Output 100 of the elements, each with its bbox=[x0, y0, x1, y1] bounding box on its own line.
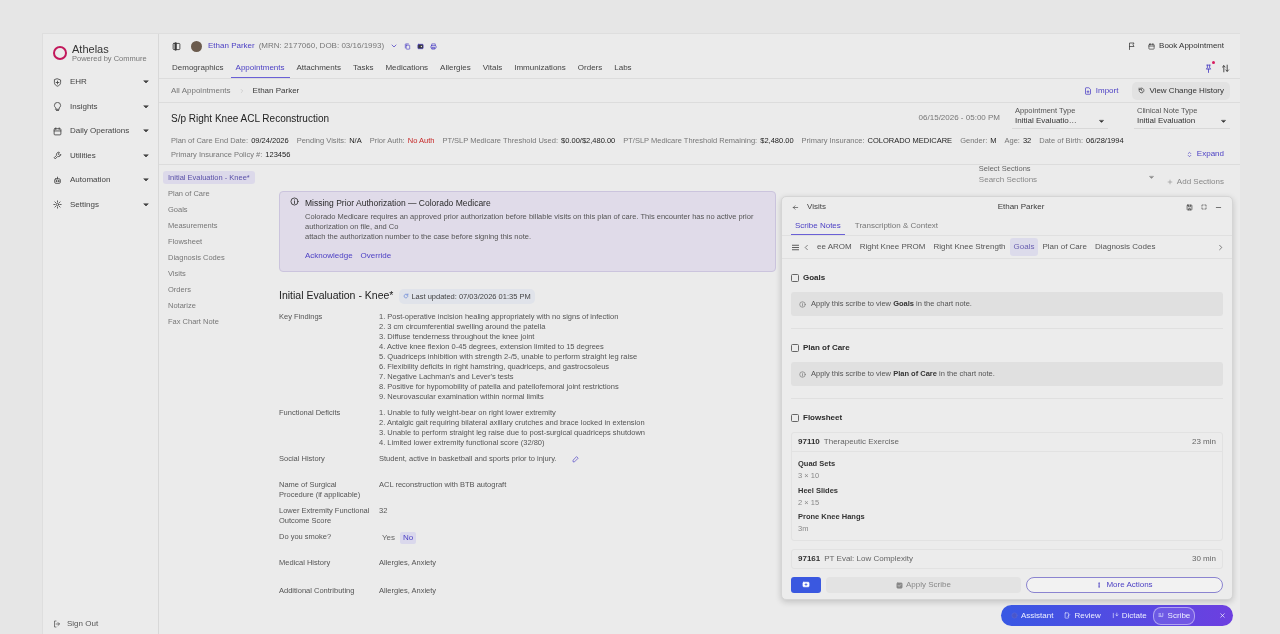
chevron-down-icon[interactable] bbox=[390, 42, 399, 50]
more-actions-button[interactable]: More Actions bbox=[1026, 577, 1223, 593]
info-icon bbox=[799, 300, 806, 308]
alert-action-link[interactable]: Acknowledge bbox=[305, 250, 353, 263]
caret-down-icon bbox=[1098, 117, 1105, 125]
caret-down-icon[interactable] bbox=[142, 200, 150, 209]
nav-tab[interactable]: Orders bbox=[572, 58, 608, 78]
cpt-code: 97110 bbox=[798, 437, 820, 446]
sidebar-item[interactable]: Settings bbox=[70, 198, 134, 211]
section-chip[interactable]: Diagnosis Codes bbox=[1090, 238, 1160, 256]
id-card-icon[interactable] bbox=[417, 42, 425, 50]
sidebar-item[interactable]: EHR bbox=[70, 76, 134, 89]
avatar bbox=[191, 40, 202, 52]
nav-tab[interactable]: Attachments bbox=[291, 58, 346, 78]
file-plus-icon bbox=[1083, 86, 1092, 95]
alert-title: Missing Prior Authorization — Colorado Medicare bbox=[305, 197, 492, 210]
section-title: Plan of Care bbox=[803, 342, 850, 354]
book-appointment-button[interactable]: Book Appointment bbox=[1142, 39, 1230, 53]
lightbulb-icon bbox=[53, 102, 62, 112]
logo-name: Athelas bbox=[72, 42, 110, 55]
info-icon bbox=[290, 197, 299, 207]
breadcrumb-current: Ethan Parker bbox=[252, 84, 300, 97]
nav-tab[interactable]: Appointments bbox=[230, 58, 290, 78]
swap-icon[interactable] bbox=[1221, 63, 1230, 73]
back-button[interactable]: Visits bbox=[792, 201, 826, 213]
minutes: 23 min bbox=[1192, 436, 1216, 448]
section-chip[interactable]: Right Knee Strength bbox=[929, 238, 1010, 256]
service-name: Therapeutic Exercise bbox=[823, 437, 899, 446]
caret-down-icon[interactable] bbox=[142, 102, 150, 111]
sidebar-item[interactable]: Daily Operations bbox=[70, 125, 134, 138]
printer-icon[interactable] bbox=[430, 42, 438, 50]
minutes: 30 min bbox=[1192, 552, 1216, 565]
calendar-icon bbox=[1148, 42, 1156, 50]
calendar-icon bbox=[53, 126, 62, 136]
section-chip[interactable]: ee AROM bbox=[813, 238, 856, 256]
section-checkbox[interactable] bbox=[791, 344, 799, 352]
section-title: Goals bbox=[803, 272, 826, 284]
nav-tab[interactable]: Labs bbox=[609, 58, 637, 78]
orb-icon bbox=[1011, 612, 1018, 619]
copy-icon[interactable] bbox=[404, 42, 412, 50]
menu-icon[interactable] bbox=[791, 242, 800, 252]
nav-tab[interactable]: Immunizations bbox=[509, 58, 571, 78]
back-arrow-icon bbox=[792, 203, 799, 211]
section-title: Flowsheet bbox=[803, 412, 843, 424]
nav-tab[interactable]: Demographics bbox=[167, 58, 229, 78]
shield-icon bbox=[53, 77, 62, 87]
case-title: S/p Right Knee ACL Reconstruction bbox=[171, 111, 331, 126]
close-button[interactable] bbox=[1217, 612, 1228, 619]
settings-icon bbox=[53, 200, 62, 210]
patient-name-link[interactable]: Ethan Parker bbox=[208, 41, 255, 50]
chat-plus-icon bbox=[802, 581, 810, 589]
breadcrumb-link[interactable]: All Appointments bbox=[171, 84, 231, 97]
sidebar-toggle-icon[interactable] bbox=[172, 41, 181, 51]
sidebar-item[interactable]: Insights bbox=[70, 100, 134, 113]
caret-down-icon bbox=[1220, 117, 1227, 125]
sidebar-item[interactable]: Automation bbox=[70, 174, 134, 187]
flag-icon[interactable] bbox=[1128, 42, 1137, 50]
section-chip[interactable]: Right Knee PROM bbox=[855, 238, 930, 256]
nav-tab[interactable]: Tasks bbox=[347, 58, 379, 78]
logo-ring-icon bbox=[53, 46, 67, 60]
note-title: Initial Evaluation - Knee* bbox=[279, 288, 394, 304]
section-checkbox[interactable] bbox=[791, 274, 799, 282]
nav-tab[interactable]: Medications bbox=[380, 58, 434, 78]
section-chip[interactable]: Plan of Care bbox=[1038, 238, 1091, 256]
toolbar-button[interactable]: Review bbox=[1059, 606, 1106, 625]
save-icon[interactable] bbox=[1186, 203, 1193, 211]
section-checkbox[interactable] bbox=[791, 414, 799, 422]
check-square-icon bbox=[896, 581, 904, 589]
plus-icon bbox=[1166, 178, 1173, 185]
appointment-datetime: 06/15/2026 - 05:00 PM bbox=[918, 112, 1000, 124]
expand-button[interactable]: Expand bbox=[1179, 147, 1230, 162]
sign-out-icon bbox=[53, 620, 61, 628]
notification-dot bbox=[1212, 61, 1215, 64]
info-icon bbox=[799, 370, 806, 378]
option-toggle[interactable]: Yes bbox=[379, 532, 399, 544]
option-toggle[interactable]: No bbox=[400, 532, 417, 544]
import-button[interactable]: Import bbox=[1077, 83, 1125, 98]
sidebar-item[interactable]: Utilities bbox=[70, 149, 134, 162]
view-change-history-button[interactable]: View Change History bbox=[1132, 81, 1230, 100]
add-note-button[interactable] bbox=[791, 577, 821, 593]
caret-down-icon[interactable] bbox=[142, 151, 150, 160]
panel-tab[interactable]: Scribe Notes bbox=[791, 217, 845, 235]
nav-tab[interactable]: Vitals bbox=[477, 58, 508, 78]
robot-icon bbox=[53, 175, 62, 185]
sign-out-button[interactable]: Sign Out bbox=[53, 618, 150, 630]
toolbar-button[interactable]: Assistant bbox=[1006, 606, 1059, 625]
history-icon bbox=[1138, 87, 1146, 94]
pin-icon[interactable] bbox=[1204, 63, 1213, 73]
patient-details: (MRN: 2177060, DOB: 03/16/1993) bbox=[258, 41, 385, 50]
panel-title: Ethan Parker bbox=[996, 201, 1046, 213]
pencil-icon[interactable] bbox=[572, 455, 580, 463]
section-chip[interactable]: Goals bbox=[1009, 238, 1039, 256]
nav-tab[interactable]: Allergies bbox=[435, 58, 476, 78]
toolbar-button[interactable]: Scribe bbox=[1152, 606, 1196, 625]
alert-action-link[interactable]: Override bbox=[360, 250, 392, 263]
expand-arrows-icon bbox=[1185, 150, 1193, 158]
more-icon bbox=[1096, 582, 1103, 588]
service-name: PT Eval: Low Complexity bbox=[824, 553, 914, 563]
toolbar-button[interactable]: Dictate bbox=[1106, 606, 1152, 625]
panel-tab[interactable]: Transcription & Context bbox=[850, 217, 943, 235]
